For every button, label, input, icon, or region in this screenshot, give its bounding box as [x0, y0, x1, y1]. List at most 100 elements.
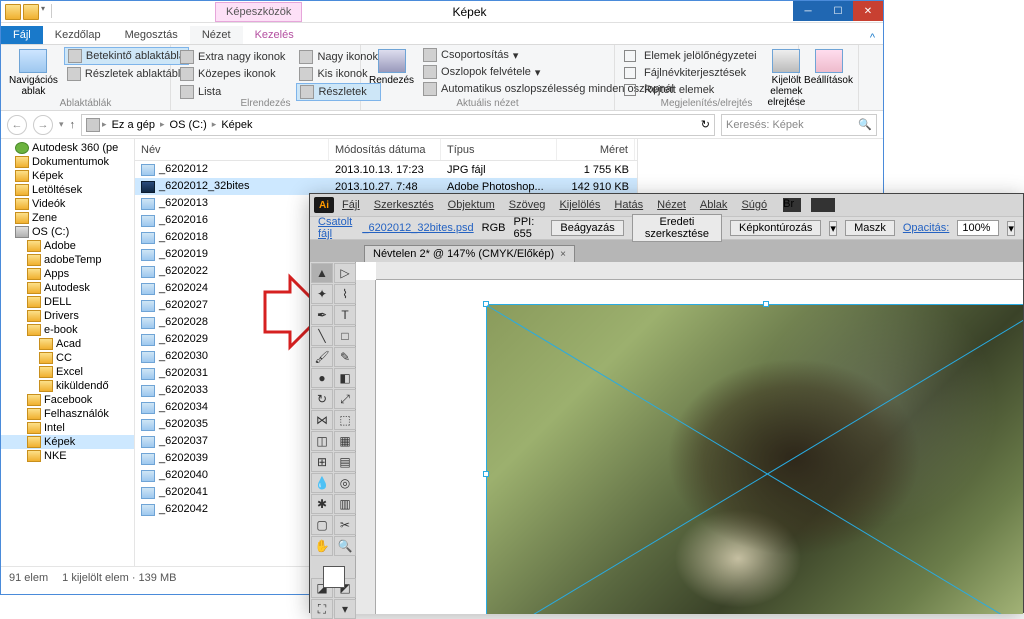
item-checkboxes-toggle[interactable]: Elemek jelölőnégyzetei: [621, 49, 760, 63]
placed-image[interactable]: [486, 304, 1023, 614]
tree-item[interactable]: adobeTemp: [1, 253, 134, 267]
blob-brush-tool[interactable]: ●: [311, 368, 333, 388]
tree-item[interactable]: DELL: [1, 295, 134, 309]
tree-item[interactable]: e-book: [1, 323, 134, 337]
file-tab[interactable]: Fájl: [1, 26, 43, 44]
selection-tool[interactable]: ▲: [311, 263, 333, 283]
eyedropper-tool[interactable]: 💧: [311, 473, 333, 493]
rectangle-tool[interactable]: □: [334, 326, 356, 346]
eraser-tool[interactable]: ◧: [334, 368, 356, 388]
lasso-tool[interactable]: ⌇: [334, 284, 356, 304]
ribbon-collapse-icon[interactable]: ^: [862, 32, 883, 44]
opacity-dropdown[interactable]: ▾: [1007, 221, 1015, 236]
share-tab[interactable]: Megosztás: [113, 26, 190, 44]
bridge-icon[interactable]: Br: [783, 198, 801, 212]
tree-item[interactable]: Videók: [1, 197, 134, 211]
linked-file-label[interactable]: Csatolt fájl: [318, 216, 354, 240]
up-button[interactable]: ↑: [70, 119, 76, 131]
zoom-tool[interactable]: 🔍: [334, 536, 356, 556]
image-trace-button[interactable]: Képkontúrozás: [730, 220, 821, 236]
tree-item[interactable]: Autodesk: [1, 281, 134, 295]
qat-icon[interactable]: [23, 4, 39, 20]
ai-canvas[interactable]: [356, 262, 1023, 614]
tree-item[interactable]: Drivers: [1, 309, 134, 323]
width-tool[interactable]: ⋈: [311, 410, 333, 430]
search-input[interactable]: Keresés: Képek 🔍: [721, 114, 877, 136]
breadcrumb[interactable]: ▸ Ez a gép▸ OS (C:)▸ Képek ↻: [81, 114, 715, 136]
rotate-tool[interactable]: ↻: [311, 389, 333, 409]
tab-close-icon[interactable]: ×: [560, 249, 566, 260]
maximize-button[interactable]: ☐: [823, 1, 853, 21]
direct-selection-tool[interactable]: ▷: [334, 263, 356, 283]
mask-button[interactable]: Maszk: [845, 220, 895, 236]
history-dropdown-icon[interactable]: ▾: [59, 119, 64, 130]
manage-tab[interactable]: Kezelés: [243, 26, 306, 44]
menu-object[interactable]: Objektum: [442, 199, 501, 211]
trace-dropdown[interactable]: ▾: [829, 221, 837, 236]
file-extensions-toggle[interactable]: Fájlnévkiterjesztések: [621, 66, 760, 80]
tree-item[interactable]: Adobe: [1, 239, 134, 253]
vertical-ruler[interactable]: [356, 280, 376, 614]
paintbrush-tool[interactable]: 🖌: [311, 347, 333, 367]
perspective-tool[interactable]: ▦: [334, 431, 356, 451]
mesh-tool[interactable]: ⊞: [311, 452, 333, 472]
column-headers[interactable]: Név Módosítás dátuma Típus Méret: [135, 139, 637, 161]
tree-item[interactable]: CC: [1, 351, 134, 365]
menu-view[interactable]: Nézet: [651, 199, 692, 211]
tree-item[interactable]: Acad: [1, 337, 134, 351]
tree-item[interactable]: Képek: [1, 435, 134, 449]
tree-item[interactable]: Dokumentumok: [1, 155, 134, 169]
scale-tool[interactable]: ⤢: [334, 389, 356, 409]
file-row[interactable]: _62020122013.10.13. 17:23JPG fájl1 755 K…: [135, 161, 637, 178]
menu-select[interactable]: Kijelölés: [553, 199, 606, 211]
tree-item[interactable]: kiküldendő: [1, 379, 134, 393]
linked-filename[interactable]: _6202012_32bites.psd: [362, 222, 473, 234]
embed-button[interactable]: Beágyazás: [551, 220, 623, 236]
view-tab[interactable]: Nézet: [190, 26, 243, 44]
arrange-icon[interactable]: [811, 198, 835, 212]
opacity-field[interactable]: [957, 220, 999, 236]
gradient-tool[interactable]: ▤: [334, 452, 356, 472]
symbol-sprayer-tool[interactable]: ✱: [311, 494, 333, 514]
forward-button[interactable]: →: [33, 115, 53, 135]
artboard-tool[interactable]: ▢: [311, 515, 333, 535]
edit-original-button[interactable]: Eredeti szerkesztése: [632, 214, 722, 242]
change-screen-icon[interactable]: ▾: [334, 599, 356, 619]
tree-item[interactable]: OS (C:): [1, 225, 134, 239]
tree-item[interactable]: Intel: [1, 421, 134, 435]
menu-type[interactable]: Szöveg: [503, 199, 552, 211]
menu-effect[interactable]: Hatás: [608, 199, 649, 211]
qat-dropdown-icon[interactable]: ▾: [41, 4, 45, 20]
menu-file[interactable]: Fájl: [336, 199, 366, 211]
tree-item[interactable]: Autodesk 360 (pe: [1, 141, 134, 155]
opacity-label[interactable]: Opacitás:: [903, 222, 949, 234]
tree-item[interactable]: Képek: [1, 169, 134, 183]
line-tool[interactable]: ╲: [311, 326, 333, 346]
free-transform-tool[interactable]: ⬚: [334, 410, 356, 430]
home-tab[interactable]: Kezdőlap: [43, 26, 113, 44]
close-button[interactable]: ✕: [853, 1, 883, 21]
minimize-button[interactable]: ─: [793, 1, 823, 21]
type-tool[interactable]: T: [334, 305, 356, 325]
title-bar[interactable]: ▾ Képeszközök Képek ─ ☐ ✕: [1, 1, 883, 23]
ai-toolbox[interactable]: ▲ ▷ ✦ ⌇ ✒ T ╲ □ 🖌 ✎ ● ◧ ↻ ⤢ ⋈ ⬚ ◫ ▦ ⊞ ▤ …: [310, 262, 356, 614]
shape-builder-tool[interactable]: ◫: [311, 431, 333, 451]
horizontal-ruler[interactable]: [376, 262, 1023, 280]
tree-item[interactable]: Excel: [1, 365, 134, 379]
nav-tree[interactable]: Autodesk 360 (peDokumentumokKépekLetölté…: [1, 139, 135, 566]
refresh-icon[interactable]: ↻: [701, 118, 710, 131]
blend-tool[interactable]: ◎: [334, 473, 356, 493]
tree-item[interactable]: NKE: [1, 449, 134, 463]
options-button[interactable]: Beállítások: [802, 47, 855, 88]
hand-tool[interactable]: ✋: [311, 536, 333, 556]
screen-mode-icon[interactable]: ⛶: [311, 599, 333, 619]
tree-item[interactable]: Apps: [1, 267, 134, 281]
magic-wand-tool[interactable]: ✦: [311, 284, 333, 304]
slice-tool[interactable]: ✂: [334, 515, 356, 535]
menu-edit[interactable]: Szerkesztés: [368, 199, 440, 211]
document-tab[interactable]: Névtelen 2* @ 147% (CMYK/Előkép)×: [364, 245, 575, 262]
layout-gallery[interactable]: Extra nagy ikonok Nagy ikonok Közepes ik…: [177, 47, 354, 101]
graph-tool[interactable]: ▥: [334, 494, 356, 514]
tree-item[interactable]: Facebook: [1, 393, 134, 407]
tree-item[interactable]: Letöltések: [1, 183, 134, 197]
